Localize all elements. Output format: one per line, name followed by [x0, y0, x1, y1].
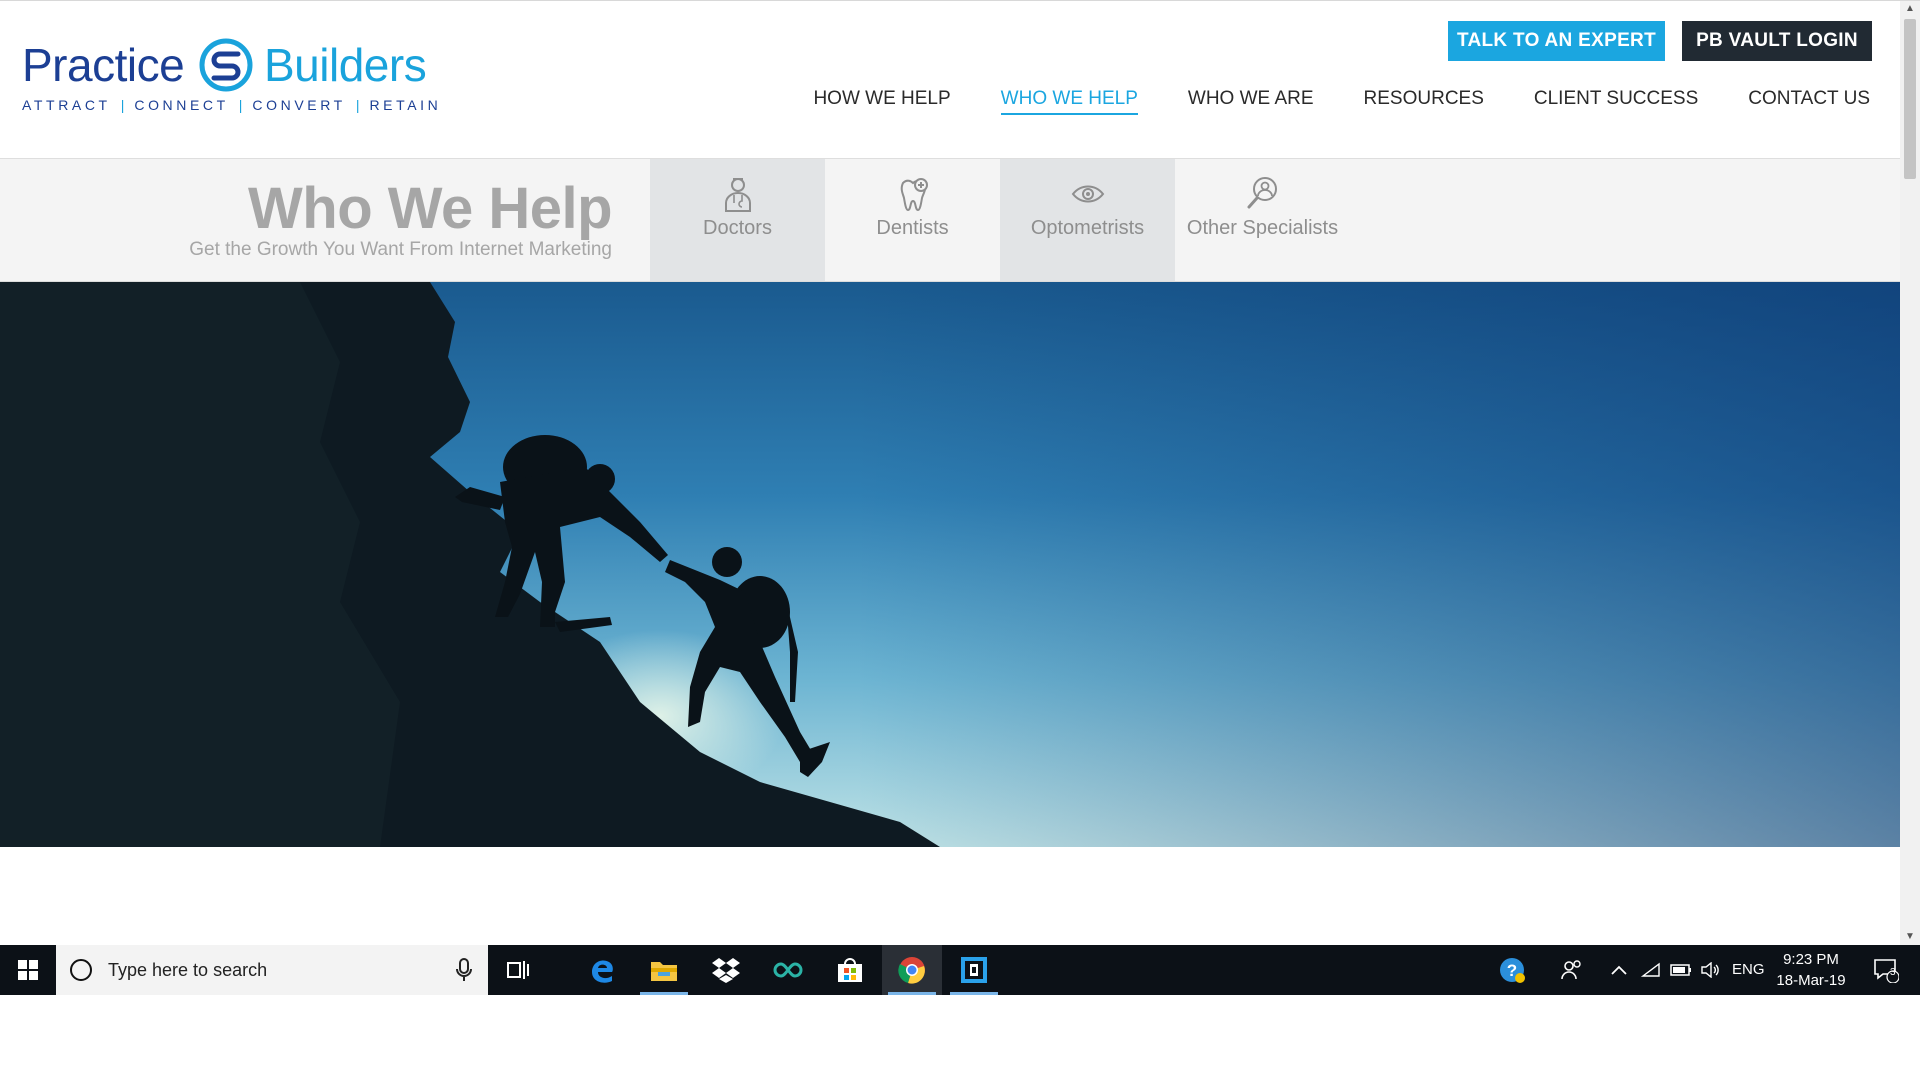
nav-label: WHO WE HELP — [1000, 88, 1138, 115]
nav-label: CONTACT US — [1748, 88, 1870, 109]
action-center-icon[interactable]: 3 — [1866, 945, 1906, 995]
nav-how-we-help[interactable]: HOW WE HELP — [788, 85, 975, 113]
nav-who-we-are[interactable]: WHO WE ARE — [1163, 85, 1339, 113]
page-title: Who We Help — [248, 176, 612, 241]
nav-client-success[interactable]: CLIENT SUCCESS — [1509, 85, 1723, 113]
wifi-icon[interactable] — [1636, 945, 1666, 995]
help-icon[interactable]: ? — [1492, 945, 1532, 995]
tagline-retain: RETAIN — [369, 97, 442, 113]
start-button[interactable] — [0, 945, 56, 995]
taskbar-search-box[interactable]: Type here to search — [56, 945, 488, 995]
microphone-icon[interactable] — [456, 958, 472, 982]
nav-label: CLIENT SUCCESS — [1533, 88, 1699, 109]
eye-icon — [1071, 185, 1104, 203]
nav-contact-us[interactable]: CONTACT US — [1723, 85, 1870, 113]
talk-to-expert-button[interactable]: TALK TO AN EXPERT — [1448, 21, 1665, 61]
nav-who-we-help[interactable]: WHO WE HELP — [976, 85, 1163, 115]
tab-label: Other Specialists — [1186, 217, 1339, 239]
windows-taskbar: Type here to search ? ENG 9:23 PM 18-Mar… — [0, 945, 1920, 995]
search-placeholder: Type here to search — [108, 959, 268, 980]
tooth-icon — [900, 178, 928, 212]
tagline-convert: CONVERT — [252, 97, 346, 113]
logo-word-builders: Builders — [264, 39, 427, 91]
people-icon[interactable] — [1552, 945, 1592, 995]
chrome-icon[interactable] — [882, 945, 942, 995]
page-scrollbar[interactable]: ▲ ▼ — [1900, 1, 1920, 945]
notification-count-badge: 3 — [1890, 967, 1896, 978]
scroll-up-arrow-icon[interactable]: ▲ — [1900, 1, 1920, 17]
file-explorer-icon[interactable] — [634, 945, 694, 995]
tab-other-specialists[interactable]: Other Specialists — [1175, 159, 1350, 281]
tab-optometrists[interactable]: Optometrists — [1000, 159, 1175, 281]
infinity-app-icon[interactable] — [758, 945, 818, 995]
site-header: Practice Builders ATTRACT | CONNECT | CONVER… — [0, 1, 1900, 157]
language-indicator[interactable]: ENG — [1732, 961, 1765, 978]
who-we-help-band: Who We Help Get the Growth You Want From… — [0, 158, 1900, 282]
doctor-icon — [724, 178, 751, 212]
tagline-attract: ATTRACT — [22, 97, 111, 113]
tagline-connect: CONNECT — [134, 97, 229, 113]
logo-tagline: ATTRACT | CONNECT | CONVERT | RETAIN — [22, 97, 442, 113]
clock-time: 9:23 PM — [1783, 951, 1839, 968]
edge-icon[interactable] — [572, 945, 632, 995]
nav-resources[interactable]: RESOURCES — [1339, 85, 1509, 113]
logo-s-mark-icon — [199, 38, 253, 92]
tab-label: Optometrists — [1030, 217, 1145, 239]
pb-vault-login-button[interactable]: PB VAULT LOGIN — [1682, 21, 1872, 61]
remote-app-icon[interactable] — [944, 945, 1004, 995]
task-view-icon[interactable] — [488, 945, 548, 995]
windows-logo-icon — [18, 960, 38, 980]
tab-doctors[interactable]: Doctors — [650, 159, 825, 281]
battery-icon[interactable] — [1666, 945, 1696, 995]
practice-builders-logo[interactable]: Practice Builders ATTRACT | CONNECT | CONVER… — [22, 37, 438, 117]
tab-label: Dentists — [876, 217, 949, 239]
clock-date: 18-Mar-19 — [1776, 972, 1846, 989]
nav-label: HOW WE HELP — [813, 88, 951, 109]
store-icon[interactable] — [820, 945, 880, 995]
tab-label: Doctors — [703, 217, 772, 239]
scroll-down-arrow-icon[interactable]: ▼ — [1900, 929, 1920, 945]
scroll-thumb[interactable] — [1904, 19, 1916, 179]
nav-label: WHO WE ARE — [1187, 88, 1314, 109]
taskbar-clock[interactable]: 9:23 PM 18-Mar-19 — [1766, 949, 1856, 991]
browser-page: Practice Builders ATTRACT | CONNECT | CONVER… — [0, 0, 1920, 1080]
show-hidden-icons-chevron-icon[interactable] — [1604, 945, 1634, 995]
main-nav: HOW WE HELP WHO WE HELP WHO WE ARE RESOU… — [788, 85, 1870, 115]
specialist-search-icon — [1247, 177, 1277, 209]
specialty-tabs: Doctors Dentists Optometrists Other Spec… — [650, 159, 1350, 281]
cortana-icon — [70, 959, 92, 981]
page-subtitle: Get the Growth You Want From Internet Ma… — [189, 239, 612, 260]
nav-label: RESOURCES — [1363, 88, 1484, 109]
hero-banner-image — [0, 282, 1900, 847]
logo-word-practice: Practice — [22, 39, 185, 91]
volume-icon[interactable] — [1696, 945, 1726, 995]
climbers-silhouette — [0, 282, 950, 847]
dropbox-icon[interactable] — [696, 945, 756, 995]
tab-dentists[interactable]: Dentists — [825, 159, 1000, 281]
